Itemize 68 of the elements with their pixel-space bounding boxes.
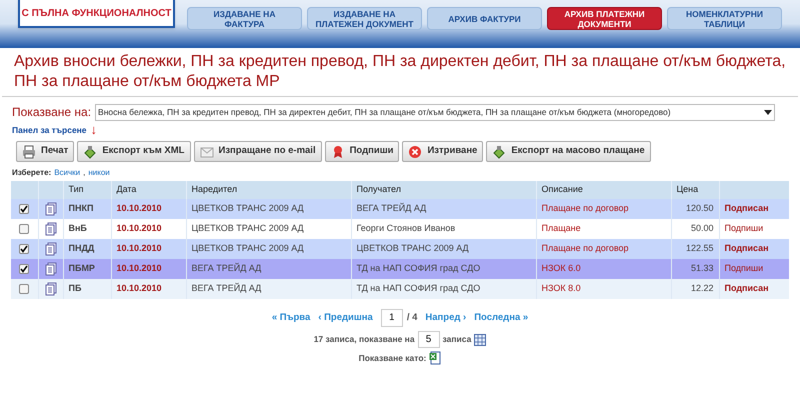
logo-subtitle: С ПЪЛНА ФУНКЦИОНАЛНОСТ: [22, 6, 172, 20]
nav-tab[interactable]: АРХИВ ФАКТУРИ: [427, 7, 542, 30]
payee-cell: ТД на НАП СОФИЯ град СДО: [351, 279, 536, 299]
select-none-link[interactable]: никои: [88, 167, 110, 179]
page-size-field[interactable]: 5: [418, 331, 440, 348]
document-type-dropdown[interactable]: Вносна бележка, ПН за кредитен превод, ПН за директен дебит, ПН за плащане от/към бюджета, ПН за плащане от/към бюджета (многоредово): [95, 104, 776, 120]
price-cell: 12.22: [671, 279, 719, 299]
table-row[interactable]: ПНДД 10.10.2010 ЦВЕТКОВ ТРАНС 2009 АД ЦВЕТКОВ ТРАНС 2009 АД Плащане по договор 122.55 Подписан: [11, 239, 789, 259]
table-settings-icon[interactable]: [474, 334, 486, 346]
dropdown-caret-icon: [764, 110, 772, 114]
table-row[interactable]: ПБ 10.10.2010 ВЕГА ТРЕЙД АД ТД на НАП СОФИЯ град СДО НЗОК 8.0 12.22 Подписан: [11, 279, 789, 299]
toolbar-button[interactable]: Изтриване: [402, 141, 484, 162]
toolbar-button[interactable]: Подпиши: [324, 141, 400, 162]
row-checkbox[interactable]: [19, 284, 30, 294]
nav-tab[interactable]: ИЗДАВАНЕ НА ФАКТУРА: [187, 7, 302, 30]
payer-cell: ВЕГА ТРЕЙД АД: [186, 279, 351, 299]
page-title: Архив вносни бележки, ПН за кредитен превод, ПН за директен дебит, ПН за плащане от/към бюджета, ПН за плащане от/към бюджета МР: [2, 48, 798, 97]
sign-status-link[interactable]: Подписан: [719, 279, 789, 299]
row-checkbox[interactable]: [19, 264, 30, 274]
total-pages: / 4: [406, 310, 418, 325]
nav-tab[interactable]: НОМЕНКЛАТУРНИ ТАБЛИЦИ: [667, 7, 782, 30]
separator: ,: [83, 167, 86, 179]
row-checkbox[interactable]: [19, 244, 30, 254]
select-all-link[interactable]: Всички: [54, 167, 80, 179]
sign-status-link[interactable]: Подпиши: [719, 259, 789, 279]
next-page-link[interactable]: Напред ›: [425, 310, 466, 326]
checkmark-icon: [20, 244, 28, 253]
search-panel-link[interactable]: Панел за търсене: [12, 124, 87, 136]
previous-page-link[interactable]: ‹ Предишна: [318, 310, 373, 326]
sign-status-link[interactable]: Подпиши: [719, 219, 789, 239]
document-icon[interactable]: [44, 282, 58, 296]
first-page-link[interactable]: « Първа: [272, 310, 310, 326]
sign-status-link[interactable]: Подписан: [719, 199, 789, 219]
records-suffix: записа: [442, 333, 472, 346]
show-as-label: Показване като:: [358, 352, 426, 364]
sign-status-link[interactable]: Подписан: [719, 239, 789, 259]
date-cell: 10.10.2010: [111, 279, 186, 299]
last-page-link[interactable]: Последна »: [474, 310, 528, 326]
down-arrow: ↓: [90, 123, 98, 137]
records-info: 17 записа, показване на: [314, 333, 415, 346]
type-cell: ПБ: [63, 279, 111, 299]
nav-tab[interactable]: АРХИВ ПЛАТЕЖНИ ДОКУМЕНТИ: [547, 7, 662, 30]
toolbar-button[interactable]: Изпращане по e-mail: [194, 141, 322, 162]
show-label: Показване на:: [12, 104, 92, 121]
page-number-field[interactable]: 1: [380, 309, 403, 327]
spreadsheet-icon[interactable]: [429, 351, 442, 365]
toolbar-button[interactable]: Експорт на масово плащане: [486, 141, 651, 162]
row-checkbox[interactable]: [19, 204, 30, 214]
select-label: Изберете:: [12, 167, 52, 179]
table-row[interactable]: ПНКП 10.10.2010 ЦВЕТКОВ ТРАНС 2009 АД ВЕГА ТРЕЙД АД Плащане по договор 120.50 Подписан: [11, 199, 789, 219]
nav-tab[interactable]: ИЗДАВАНЕ НА ПЛАТЕЖЕН ДОКУМЕНТ: [307, 7, 422, 30]
toolbar-button[interactable]: Печат: [16, 141, 74, 162]
document-icon[interactable]: [44, 222, 58, 236]
export-icon: [83, 144, 98, 158]
table-row[interactable]: ПБМР 10.10.2010 ВЕГА ТРЕЙД АД ТД на НАП СОФИЯ град СДО НЗОК 6.0 51.33 Подпиши: [11, 259, 789, 279]
document-icon[interactable]: [44, 202, 58, 216]
checkmark-icon: [20, 204, 28, 213]
toolbar-button[interactable]: Експорт към XML: [77, 141, 190, 162]
document-icon[interactable]: [44, 262, 58, 276]
table-row[interactable]: ВнБ 10.10.2010 ЦВЕТКОВ ТРАНС 2009 АД Георги Стоянов Иванов Плащане 50.00 Подпиши: [11, 219, 789, 239]
export-icon: [492, 144, 506, 158]
checkmark-icon: [20, 264, 28, 273]
delete-icon: [408, 144, 422, 158]
envelope-icon: [200, 144, 214, 158]
printer-icon: [22, 144, 36, 158]
document-icon[interactable]: [44, 242, 58, 256]
row-checkbox[interactable]: [19, 224, 30, 234]
description-cell: НЗОК 8.0: [536, 279, 671, 299]
